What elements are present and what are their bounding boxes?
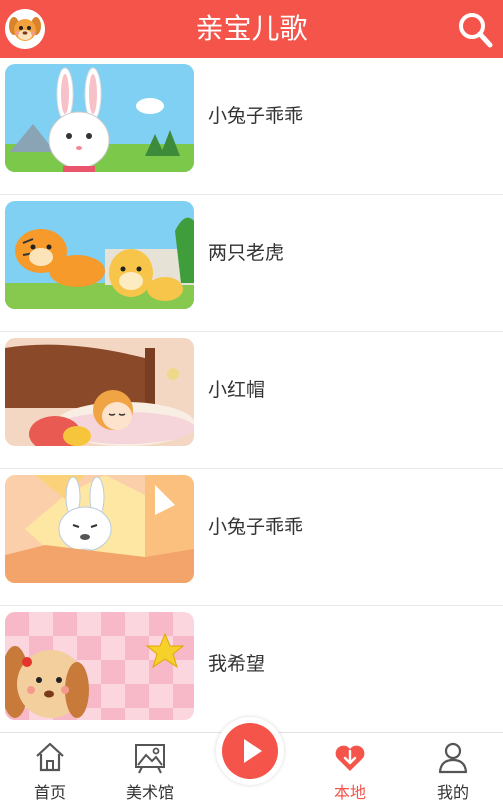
girl-sleeping-thumbnail — [5, 338, 194, 446]
two-tigers-thumbnail — [5, 201, 194, 309]
nav-label: 我的 — [436, 783, 469, 800]
song-title: 小兔子乖乖 — [208, 516, 304, 538]
play-icon — [222, 723, 278, 779]
home-icon — [32, 739, 68, 775]
song-list-item[interactable]: 小兔子乖乖 — [0, 58, 503, 195]
song-title: 我希望 — [208, 653, 266, 675]
nav-item-mine[interactable]: 我的 — [403, 733, 503, 800]
nav-label: 本地 — [333, 783, 366, 800]
app-header: 亲宝儿歌 — [0, 0, 503, 58]
picture-icon — [132, 739, 168, 775]
page-title: 亲宝儿歌 — [195, 12, 308, 45]
white-rabbit-thumbnail — [5, 64, 194, 172]
nav-item-home[interactable]: 首页 — [0, 733, 100, 800]
crying-rabbit-thumbnail — [5, 475, 194, 583]
song-title: 小兔子乖乖 — [208, 105, 304, 127]
play-button[interactable] — [216, 717, 284, 785]
song-title: 小红帽 — [208, 379, 266, 401]
nav-item-gallery[interactable]: 美术馆 — [100, 733, 200, 800]
song-title: 两只老虎 — [208, 242, 285, 264]
nav-item-local[interactable]: 本地 — [300, 733, 400, 800]
song-list-item[interactable]: 小兔子乖乖 — [0, 469, 503, 606]
heart-download-icon — [332, 739, 368, 775]
song-list-item[interactable]: 两只老虎 — [0, 195, 503, 332]
bottom-navigation: 首页 美术馆 本地 我的 — [0, 717, 503, 800]
song-list-item[interactable]: 我希望 — [0, 606, 503, 732]
song-list-item[interactable]: 小红帽 — [0, 332, 503, 469]
user-icon — [435, 739, 471, 775]
nav-label: 首页 — [33, 783, 66, 800]
puppy-star-thumbnail — [5, 612, 194, 720]
nav-label: 美术馆 — [125, 783, 174, 800]
song-list: 小兔子乖乖 两只老虎 小红帽 小兔子乖乖 我希望 — [0, 58, 503, 732]
search-icon[interactable] — [455, 10, 495, 50]
